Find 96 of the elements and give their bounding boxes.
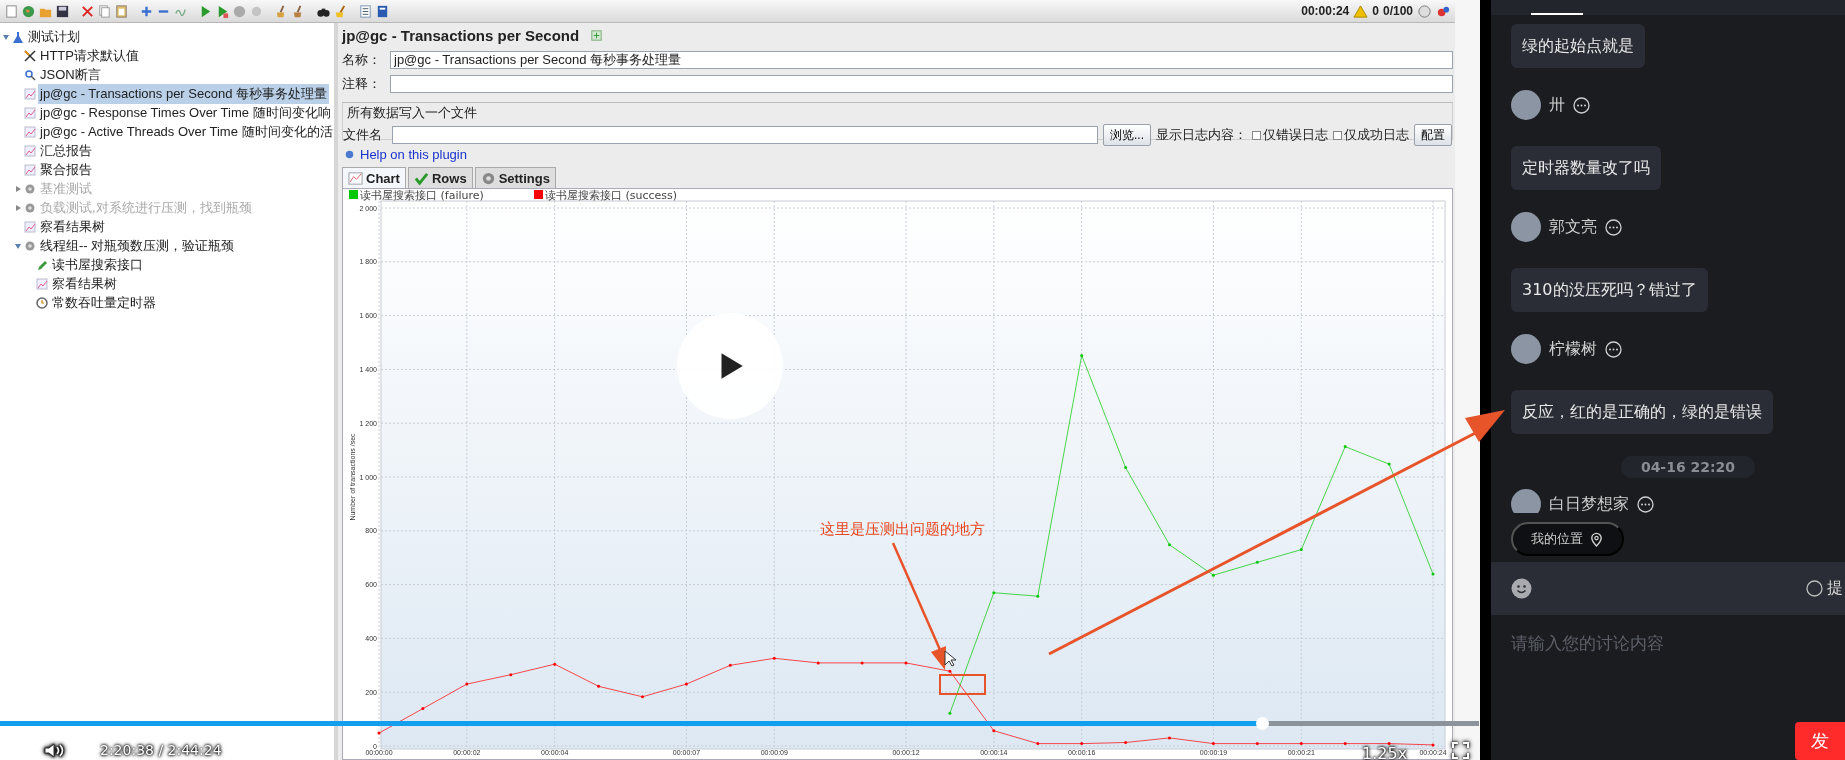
- option-label: 提: [1827, 578, 1843, 599]
- save-icon[interactable]: [55, 3, 70, 19]
- chart-icon: [36, 277, 48, 290]
- magnifier-icon: [24, 68, 36, 81]
- checkbox-label: 仅成功日志: [1344, 126, 1409, 144]
- more-icon[interactable]: [1605, 218, 1622, 236]
- field-label: 文件名: [343, 126, 383, 144]
- avatar[interactable]: [1511, 489, 1541, 513]
- thread-count: 0/100: [1382, 4, 1413, 18]
- gear-icon: [480, 170, 496, 186]
- more-icon[interactable]: [1573, 96, 1590, 114]
- field-label: 名称：: [342, 51, 382, 69]
- tree-item[interactable]: 常数吞吐量定时器: [50, 292, 158, 313]
- gear-icon: [24, 239, 36, 252]
- avatar[interactable]: [1511, 334, 1541, 364]
- more-icon[interactable]: [1637, 495, 1654, 513]
- broom-icon[interactable]: [333, 3, 348, 19]
- crossed-tools-icon: [24, 49, 36, 62]
- playback-time: 2:20:38 / 2:44:24: [100, 742, 222, 758]
- tree-item[interactable]: 察看结果树: [50, 273, 119, 294]
- tree-item[interactable]: JSON断言: [38, 64, 103, 85]
- chat-message: 定时器数量改了吗: [1511, 146, 1661, 190]
- send-button[interactable]: 发: [1795, 722, 1845, 760]
- new-file-icon[interactable]: [4, 3, 19, 19]
- gear-icon: [24, 201, 36, 214]
- tree-item[interactable]: 汇总报告: [38, 140, 94, 161]
- filename-field[interactable]: [392, 126, 1098, 144]
- gear-icon: [24, 182, 36, 195]
- config-button[interactable]: 配置: [1414, 124, 1452, 146]
- chart-icon: [24, 163, 36, 176]
- tree-item[interactable]: jp@gc - Active Threads Over Time 随时间变化的活: [38, 121, 334, 142]
- comment-field[interactable]: [390, 75, 1453, 93]
- book-icon[interactable]: [375, 3, 390, 19]
- flask-icon: [12, 30, 24, 43]
- tree-item[interactable]: 读书屋搜索接口: [50, 254, 145, 275]
- tab[interactable]: Rows: [407, 167, 473, 188]
- user-name: 柠檬树: [1549, 338, 1597, 360]
- tree-item[interactable]: jp@gc - Transactions per Second 每秒事务处理量: [38, 83, 329, 104]
- log-label: 显示日志内容：: [1156, 126, 1247, 144]
- clock-icon: [36, 296, 48, 309]
- tree-item[interactable]: HTTP请求默认值: [38, 45, 141, 66]
- chat-message: 310的没压死吗？错过了: [1511, 268, 1708, 312]
- legend-label: 读书屋搜索接口 (failure): [360, 189, 484, 202]
- checkbox[interactable]: [1252, 130, 1261, 140]
- browse-button[interactable]: 浏览...: [1103, 124, 1151, 146]
- expanded-toggle[interactable]: [14, 241, 22, 250]
- tree-item[interactable]: 察看结果树: [38, 216, 107, 237]
- volume-icon[interactable]: [44, 742, 64, 759]
- warning-icon: [1353, 3, 1369, 19]
- legend-label: 读书屋搜索接口 (success): [545, 189, 678, 202]
- checkbox[interactable]: [1333, 130, 1342, 140]
- field-label: 注释：: [342, 75, 382, 93]
- tab[interactable]: Settings: [474, 167, 556, 188]
- chart-icon: [24, 144, 36, 157]
- user-name: 白日梦想家: [1549, 493, 1629, 513]
- cut-icon[interactable]: [80, 3, 95, 19]
- radio-button[interactable]: [1806, 580, 1823, 597]
- cursor-icon: [944, 650, 956, 667]
- warning-count: 0: [1372, 4, 1379, 18]
- checkmark-icon: [413, 170, 429, 186]
- avatar[interactable]: [1511, 212, 1541, 242]
- chart-icon: [24, 87, 36, 100]
- location-button[interactable]: 我的位置: [1511, 522, 1624, 556]
- chart-icon: [24, 220, 36, 233]
- chart-icon: [24, 125, 36, 138]
- expand-icon[interactable]: [589, 28, 605, 43]
- chart-icon: [348, 170, 363, 186]
- pencil-icon: [36, 258, 48, 271]
- tree-item[interactable]: 测试计划: [26, 26, 82, 47]
- clipboard-icon[interactable]: [114, 3, 129, 19]
- input-field[interactable]: 请输入您的讨论内容: [1511, 629, 1811, 657]
- chat-message: 反应，红的是正确的，绿的是错误: [1511, 390, 1773, 434]
- user-name: 郭文亮: [1549, 216, 1597, 238]
- panel-title: jp@gc - Transactions per Second: [342, 27, 580, 44]
- avatar[interactable]: [1511, 90, 1541, 120]
- date-separator: 04-16 22:20: [1620, 456, 1756, 478]
- fullscreen-icon[interactable]: [1452, 742, 1469, 759]
- chat-message: 绿的起始点就是: [1511, 24, 1645, 68]
- tree-item[interactable]: 线程组-- 对瓶颈数压测，验证瓶颈: [38, 235, 237, 256]
- checkbox-label: 仅错误日志: [1263, 126, 1328, 144]
- tab[interactable]: Chart: [342, 167, 406, 188]
- location-pin-icon: [1589, 531, 1604, 547]
- list-icon[interactable]: [358, 3, 373, 19]
- tree-item[interactable]: 聚合报告: [38, 159, 94, 180]
- help-link[interactable]: Help on this plugin: [360, 146, 467, 162]
- expanded-toggle[interactable]: [2, 32, 10, 41]
- elapsed-time: 00:00:24: [1301, 4, 1350, 18]
- more-icon[interactable]: [1605, 340, 1622, 358]
- tab-indicator: [1531, 13, 1583, 15]
- chart-icon: [24, 106, 36, 119]
- user-name: 卅: [1549, 94, 1565, 116]
- annotation-text: 这里是压测出问题的地方: [820, 520, 985, 539]
- name-field[interactable]: jp@gc - Transactions per Second 每秒事务处理量: [390, 51, 1453, 69]
- tree-item[interactable]: jp@gc - Response Times Over Time 随时间变化响: [38, 102, 333, 123]
- emoji-icon[interactable]: [1511, 578, 1532, 599]
- highlight-rectangle: [939, 674, 986, 695]
